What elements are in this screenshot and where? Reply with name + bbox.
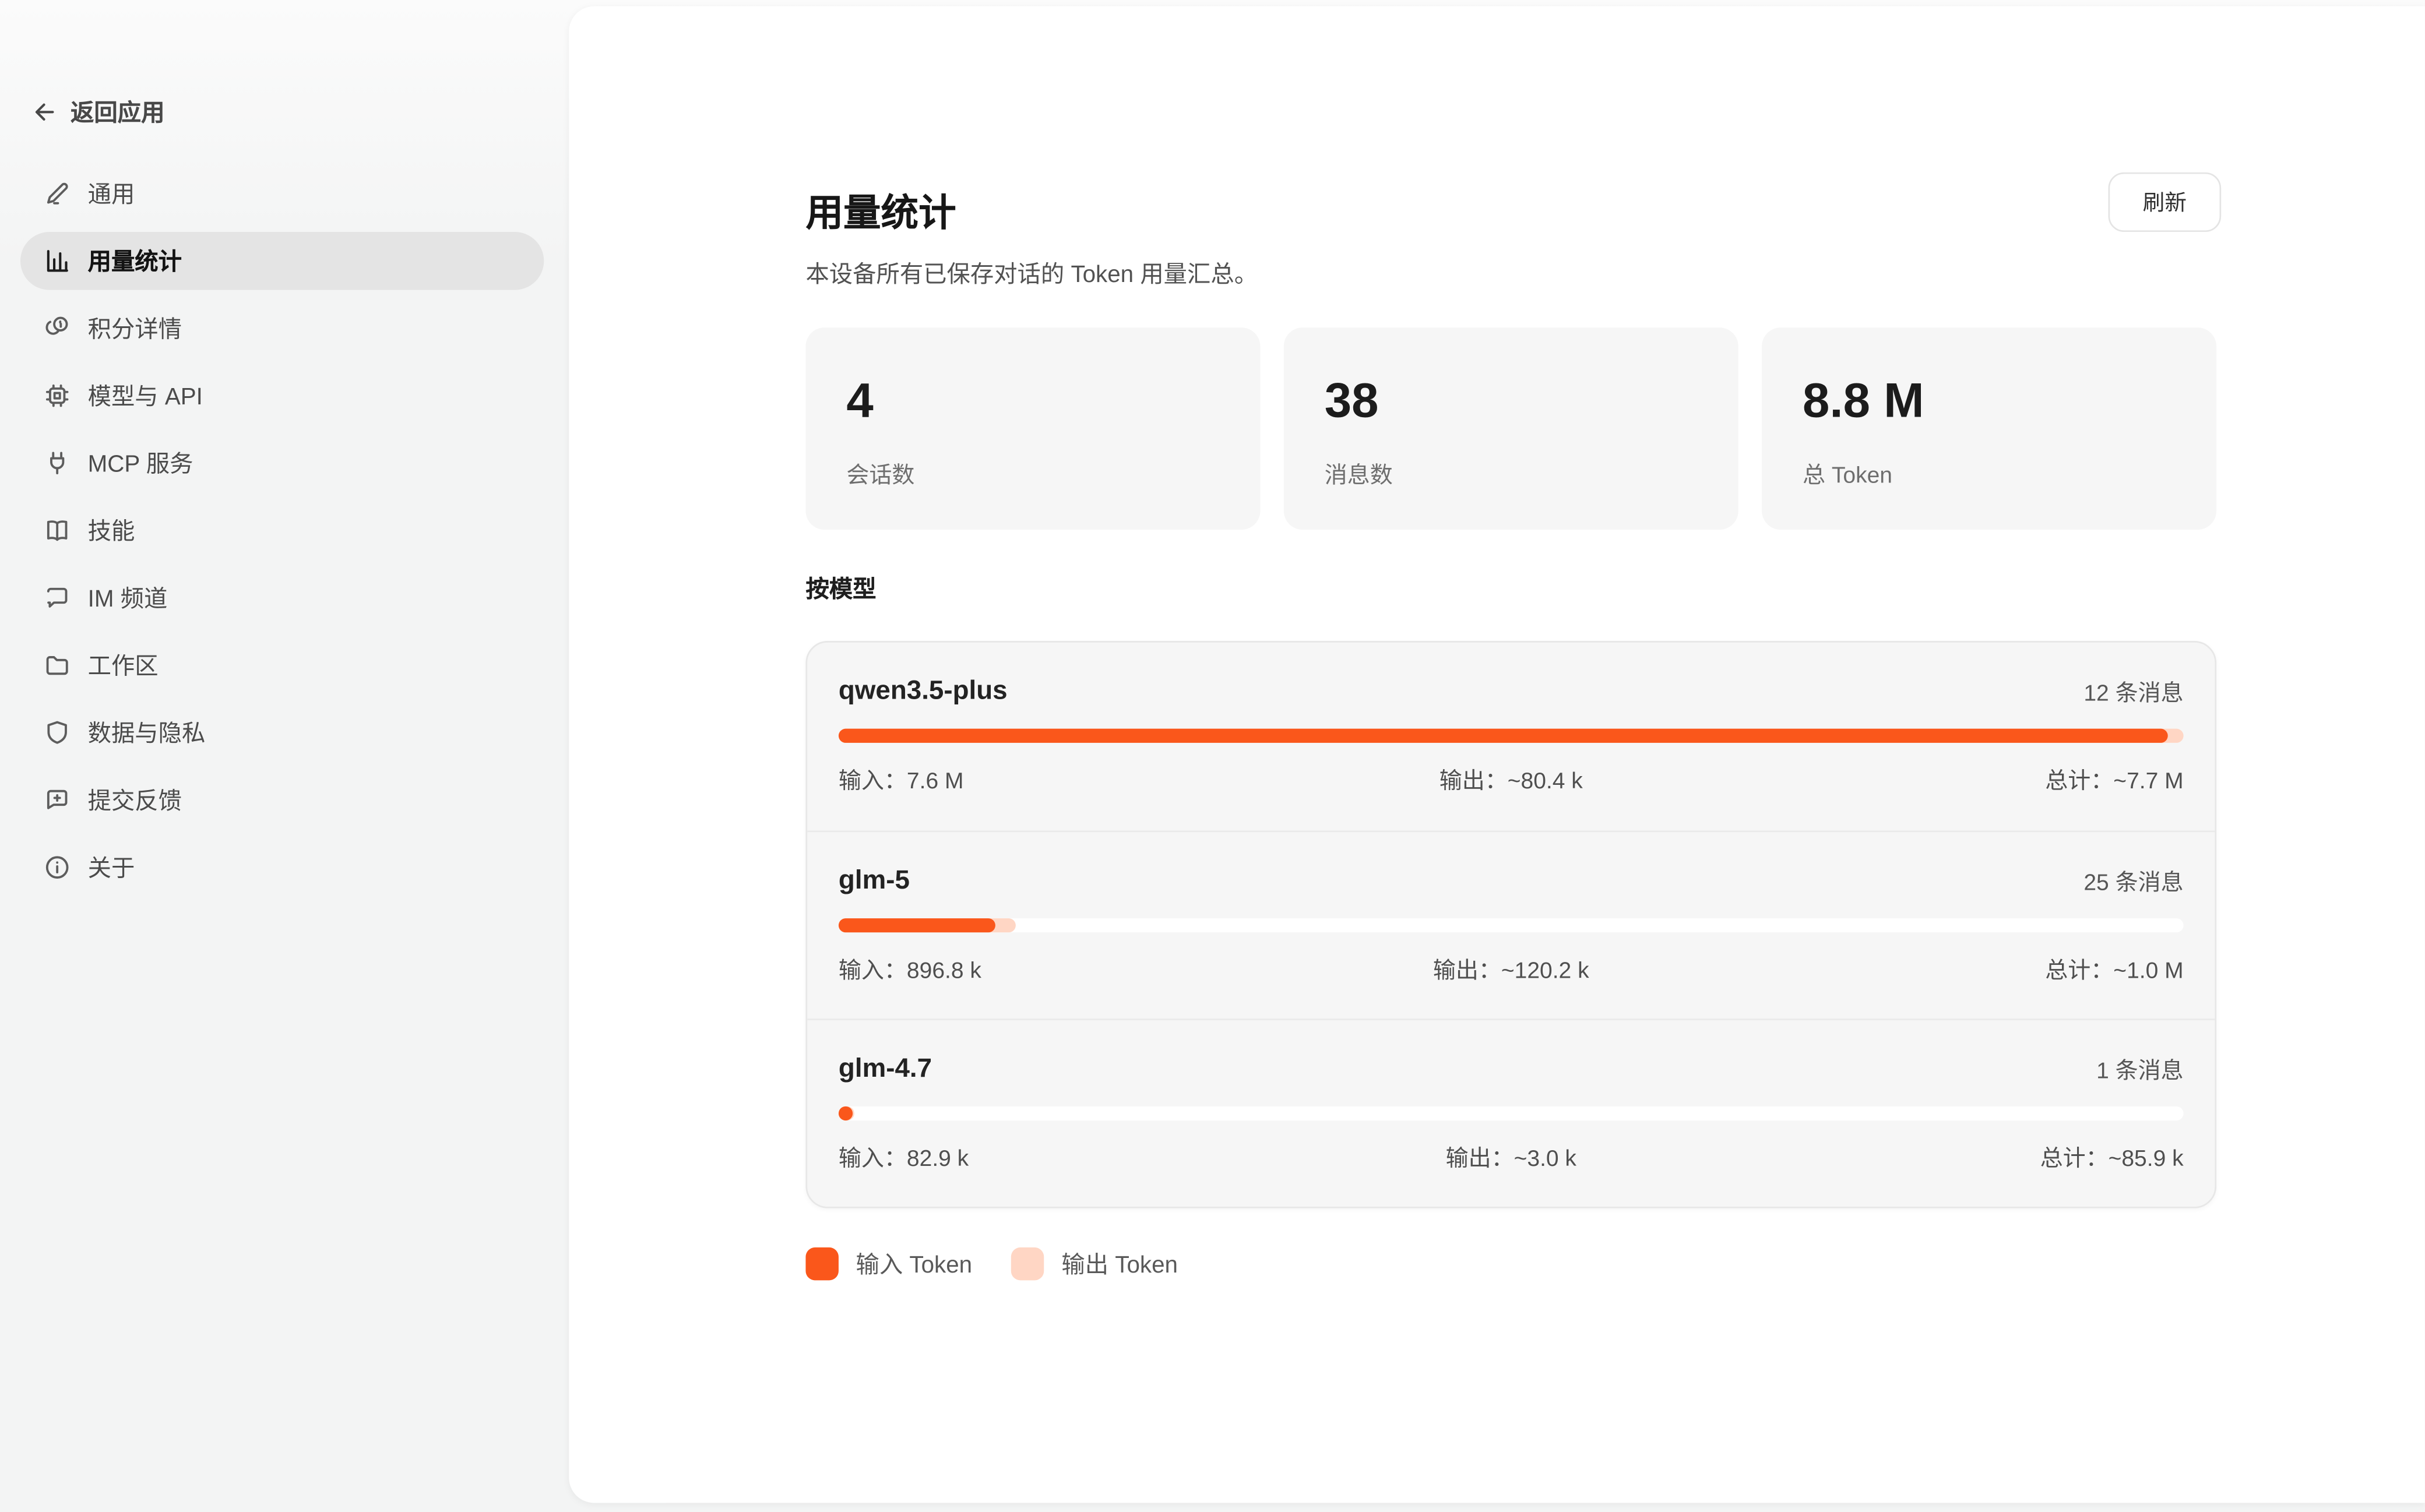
legend-label: 输出 Token xyxy=(1061,1247,1178,1280)
stat-label: 消息数 xyxy=(1325,461,1698,492)
usage-bar-track xyxy=(839,918,2184,932)
model-output-stat: 输出：~120.2 k xyxy=(1287,956,1735,988)
stat-value: 8.8 M xyxy=(1803,375,2176,428)
book-icon xyxy=(41,515,72,547)
bar-input xyxy=(839,729,2167,743)
stat-label: 总 Token xyxy=(1803,461,2176,492)
sidebar-item-im-channels[interactable]: IM 频道 xyxy=(20,569,544,627)
sidebar-item-models-api[interactable]: 模型与 API xyxy=(20,366,544,425)
back-to-app-button[interactable]: 返回应用 xyxy=(31,91,165,132)
legend: 输入 Token 输出 Token xyxy=(805,1247,1178,1280)
model-name: glm-5 xyxy=(839,865,910,897)
info-icon xyxy=(41,852,72,883)
sidebar-item-feedback[interactable]: 提交反馈 xyxy=(20,771,544,829)
sidebar-item-credits[interactable]: 积分详情 xyxy=(20,299,544,358)
sidebar-item-label: 数据与隐私 xyxy=(88,716,206,749)
sidebar-item-general[interactable]: 通用 xyxy=(20,164,544,223)
sidebar-item-label: 用量统计 xyxy=(88,245,182,277)
folder-icon xyxy=(41,650,72,681)
sidebar-item-label: 关于 xyxy=(88,851,135,883)
sidebar-item-label: 通用 xyxy=(88,177,135,210)
sidebar-item-label: MCP 服务 xyxy=(88,447,193,480)
output-token-swatch xyxy=(1011,1247,1044,1280)
sidebar-item-mcp[interactable]: MCP 服务 xyxy=(20,434,544,492)
usage-bar-track xyxy=(839,1106,2184,1120)
stat-label: 会话数 xyxy=(846,461,1219,492)
sidebar-item-label: 积分详情 xyxy=(88,312,182,344)
sidebar-item-label: 工作区 xyxy=(88,648,159,681)
legend-item-output: 输出 Token xyxy=(1011,1247,1178,1280)
model-output-stat: 输出：~80.4 k xyxy=(1287,766,1735,798)
back-label: 返回应用 xyxy=(71,95,164,128)
shield-icon xyxy=(41,717,72,748)
model-name: qwen3.5-plus xyxy=(839,675,1008,707)
refresh-button[interactable]: 刷新 xyxy=(2109,172,2222,232)
chip-icon xyxy=(41,380,72,411)
sidebar-item-label: IM 频道 xyxy=(88,581,168,614)
chat-bubble-icon xyxy=(41,582,72,614)
page-subtitle: 本设备所有已保存对话的 Token 用量汇总。 xyxy=(805,257,1258,290)
sidebar-item-label: 技能 xyxy=(88,514,135,547)
model-output-stat: 输出：~3.0 k xyxy=(1287,1144,1735,1175)
model-total-stat: 总计：~1.0 M xyxy=(1735,956,2183,988)
sidebar-item-skills[interactable]: 技能 xyxy=(20,502,544,560)
model-total-stat: 总计：~85.9 k xyxy=(1735,1144,2183,1175)
sidebar-nav: 通用 用量统计 积分详情 模型与 API xyxy=(20,164,544,896)
stats-row: 4 会话数 38 消息数 8.8 M 总 Token xyxy=(805,327,2216,530)
stat-card-total-tokens: 8.8 M 总 Token xyxy=(1762,327,2216,530)
stat-card-messages: 38 消息数 xyxy=(1284,327,1738,530)
sidebar-item-workspace[interactable]: 工作区 xyxy=(20,636,544,695)
sidebar-item-about[interactable]: 关于 xyxy=(20,838,544,897)
sidebar-item-label: 模型与 API xyxy=(88,379,203,412)
bar-chart-icon xyxy=(41,245,72,277)
model-input-stat: 输入：82.9 k xyxy=(839,1144,1287,1175)
feedback-icon xyxy=(41,784,72,816)
model-row-glm-5: glm-5 25 条消息 输入：896.8 k 输出：~120.2 k 总计：~… xyxy=(807,830,2215,1018)
model-input-stat: 输入：896.8 k xyxy=(839,956,1287,988)
model-message-count: 12 条消息 xyxy=(2083,675,2183,707)
legend-item-input: 输入 Token xyxy=(805,1247,972,1280)
main-panel: 用量统计 刷新 本设备所有已保存对话的 Token 用量汇总。 4 会话数 38… xyxy=(569,6,2424,1503)
stat-value: 4 xyxy=(846,375,1219,428)
model-message-count: 25 条消息 xyxy=(2083,864,2183,897)
legend-label: 输入 Token xyxy=(856,1247,973,1280)
stat-value: 38 xyxy=(1325,375,1698,428)
model-row-qwen3-5-plus: qwen3.5-plus 12 条消息 输入：7.6 M 输出：~80.4 k … xyxy=(807,643,2215,831)
app-window: 返回应用 通用 用量统计 积分详情 xyxy=(0,0,2425,1512)
sidebar-item-usage-stats[interactable]: 用量统计 xyxy=(20,232,544,290)
page-title: 用量统计 xyxy=(805,182,956,237)
input-token-swatch xyxy=(805,1247,838,1280)
coins-icon xyxy=(41,313,72,344)
stat-card-sessions: 4 会话数 xyxy=(805,327,1260,530)
sidebar-item-label: 提交反馈 xyxy=(88,784,182,816)
sidebar: 返回应用 通用 用量统计 积分详情 xyxy=(0,0,569,1512)
model-row-glm-4-7: glm-4.7 1 条消息 输入：82.9 k 输出：~3.0 k 总计：~85… xyxy=(807,1018,2215,1207)
back-arrow-icon xyxy=(31,98,58,125)
models-card: qwen3.5-plus 12 条消息 输入：7.6 M 输出：~80.4 k … xyxy=(805,641,2216,1208)
by-model-section-title: 按模型 xyxy=(805,572,876,605)
model-input-stat: 输入：7.6 M xyxy=(839,766,1287,798)
pencil-icon xyxy=(41,178,72,209)
model-total-stat: 总计：~7.7 M xyxy=(1735,766,2183,798)
bar-input xyxy=(839,918,995,932)
plug-icon xyxy=(41,447,72,479)
model-message-count: 1 条消息 xyxy=(2096,1052,2184,1085)
model-name: glm-4.7 xyxy=(839,1053,932,1084)
usage-bar-track xyxy=(839,729,2184,743)
sidebar-item-data-privacy[interactable]: 数据与隐私 xyxy=(20,704,544,762)
